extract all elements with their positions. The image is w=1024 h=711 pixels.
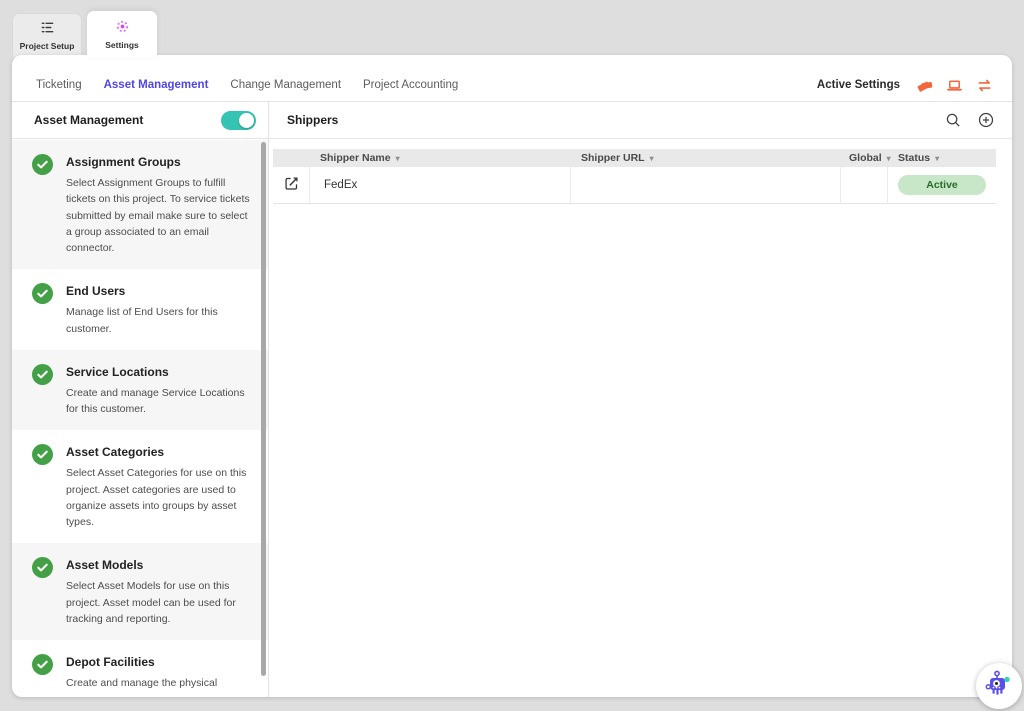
sidebar-item-description: Manage list of End Users for this custom…: [66, 304, 256, 337]
search-icon[interactable]: [945, 112, 961, 128]
sidebar-item-description: Create and manage Service Locations for …: [66, 385, 256, 418]
table-body: FedEx Active: [273, 167, 996, 204]
sidebar-item-title: Assignment Groups: [66, 155, 256, 169]
swap-arrows-icon[interactable]: [976, 77, 993, 94]
sidebar-item-depot-facilities[interactable]: Depot Facilities Create and manage the p…: [12, 640, 268, 689]
sidebar-item-description: Select Asset Models for use on this proj…: [66, 578, 256, 627]
column-header-status[interactable]: Status ▾: [888, 152, 996, 164]
tickets-icon[interactable]: [916, 77, 933, 94]
column-header-label: Shipper URL: [581, 152, 645, 164]
add-icon[interactable]: [978, 112, 994, 128]
tab-settings[interactable]: Settings: [87, 11, 157, 58]
content-area: Asset Management Assignment Groups Selec…: [12, 102, 1012, 697]
check-circle-icon: [32, 444, 53, 465]
column-header-label: Status: [898, 152, 930, 164]
cell-global: [841, 167, 888, 203]
column-header-label: Global: [849, 152, 882, 164]
panel-header-icons: [945, 112, 994, 128]
panel-header: Shippers: [269, 102, 1012, 139]
gear-icon: [115, 19, 130, 36]
tab-project-setup-label: Project Setup: [20, 41, 75, 51]
sort-caret-icon: ▾: [396, 154, 400, 163]
nav-tab-change-management[interactable]: Change Management: [230, 79, 341, 91]
tab-settings-label: Settings: [105, 40, 139, 50]
page-background: { "app_tabs": { "project_setup": "Projec…: [0, 0, 1024, 711]
column-header-global[interactable]: Global▾: [841, 152, 888, 164]
sort-caret-icon: ▾: [650, 154, 654, 163]
sidebar-item-title: Asset Categories: [66, 445, 256, 459]
column-header-shipper-name[interactable]: Shipper Name ▾: [310, 152, 571, 164]
sidebar-item-title: Service Locations: [66, 365, 256, 379]
nav-tabs: Ticketing Asset Management Change Manageme…: [36, 79, 458, 91]
sidebar-item-description: Select Assignment Groups to fulfill tick…: [66, 175, 256, 256]
nav-tab-project-accounting[interactable]: Project Accounting: [363, 79, 458, 91]
column-header-shipper-url[interactable]: Shipper URL ▾: [571, 152, 841, 164]
table-header-row: Shipper Name ▾ Shipper URL ▾ Global▾ Status ▾: [273, 149, 996, 167]
shippers-panel: Shippers: [269, 102, 1012, 697]
nav-right-group: Active Settings: [817, 77, 993, 94]
check-circle-icon: [32, 154, 53, 175]
sidebar-item-asset-categories[interactable]: Asset Categories Select Asset Categories…: [12, 430, 268, 543]
sidebar-item-asset-models[interactable]: Asset Models Select Asset Models for use…: [12, 543, 268, 640]
sidebar-header: Asset Management: [12, 102, 268, 139]
check-circle-icon: [32, 654, 53, 675]
check-circle-icon: [32, 364, 53, 385]
sidebar-item-service-locations[interactable]: Service Locations Create and manage Serv…: [12, 350, 268, 431]
active-settings-label: Active Settings: [817, 79, 900, 91]
sidebar-item-assignment-groups[interactable]: Assignment Groups Select Assignment Grou…: [12, 140, 268, 269]
check-circle-icon: [32, 557, 53, 578]
status-badge: Active: [898, 175, 986, 195]
cell-shipper-url: [571, 167, 841, 203]
robot-mascot-icon: [983, 668, 1015, 705]
edit-icon[interactable]: [284, 176, 299, 194]
settings-nav: Ticketing Asset Management Change Manageme…: [12, 55, 1012, 102]
sidebar-title: Asset Management: [34, 113, 143, 127]
sidebar-list: Assignment Groups Select Assignment Grou…: [12, 140, 268, 689]
sort-caret-icon: ▾: [935, 154, 939, 163]
sidebar-item-title: End Users: [66, 284, 256, 298]
assistant-mascot-button[interactable]: [976, 663, 1022, 709]
tab-project-setup[interactable]: Project Setup: [12, 13, 82, 57]
asset-management-sidebar: Asset Management Assignment Groups Selec…: [12, 102, 269, 697]
panel-title: Shippers: [287, 113, 338, 127]
table-row[interactable]: FedEx Active: [273, 167, 996, 204]
nav-tab-ticketing[interactable]: Ticketing: [36, 79, 82, 91]
checklist-icon: [40, 20, 55, 37]
sidebar-scrollbar[interactable]: [261, 142, 266, 676]
column-header-label: Shipper Name: [320, 152, 391, 164]
laptop-icon[interactable]: [946, 77, 963, 94]
asset-management-toggle[interactable]: [221, 111, 256, 130]
shippers-table: Shipper Name▾Shipper URL▾Global▾Status▾ …: [273, 149, 996, 204]
sidebar-item-description: Select Asset Categories for use on this …: [66, 465, 256, 530]
toggle-knob: [239, 113, 254, 128]
cell-shipper-name: FedEx: [310, 167, 571, 203]
sidebar-item-description: Create and manage the physical locations…: [66, 675, 256, 689]
check-circle-icon: [32, 283, 53, 304]
settings-card: Ticketing Asset Management Change Manageme…: [12, 55, 1012, 697]
sidebar-item-title: Depot Facilities: [66, 655, 256, 669]
sidebar-item-end-users[interactable]: End Users Manage list of End Users for t…: [12, 269, 268, 350]
nav-tab-asset-management[interactable]: Asset Management: [104, 79, 209, 91]
sidebar-item-title: Asset Models: [66, 558, 256, 572]
